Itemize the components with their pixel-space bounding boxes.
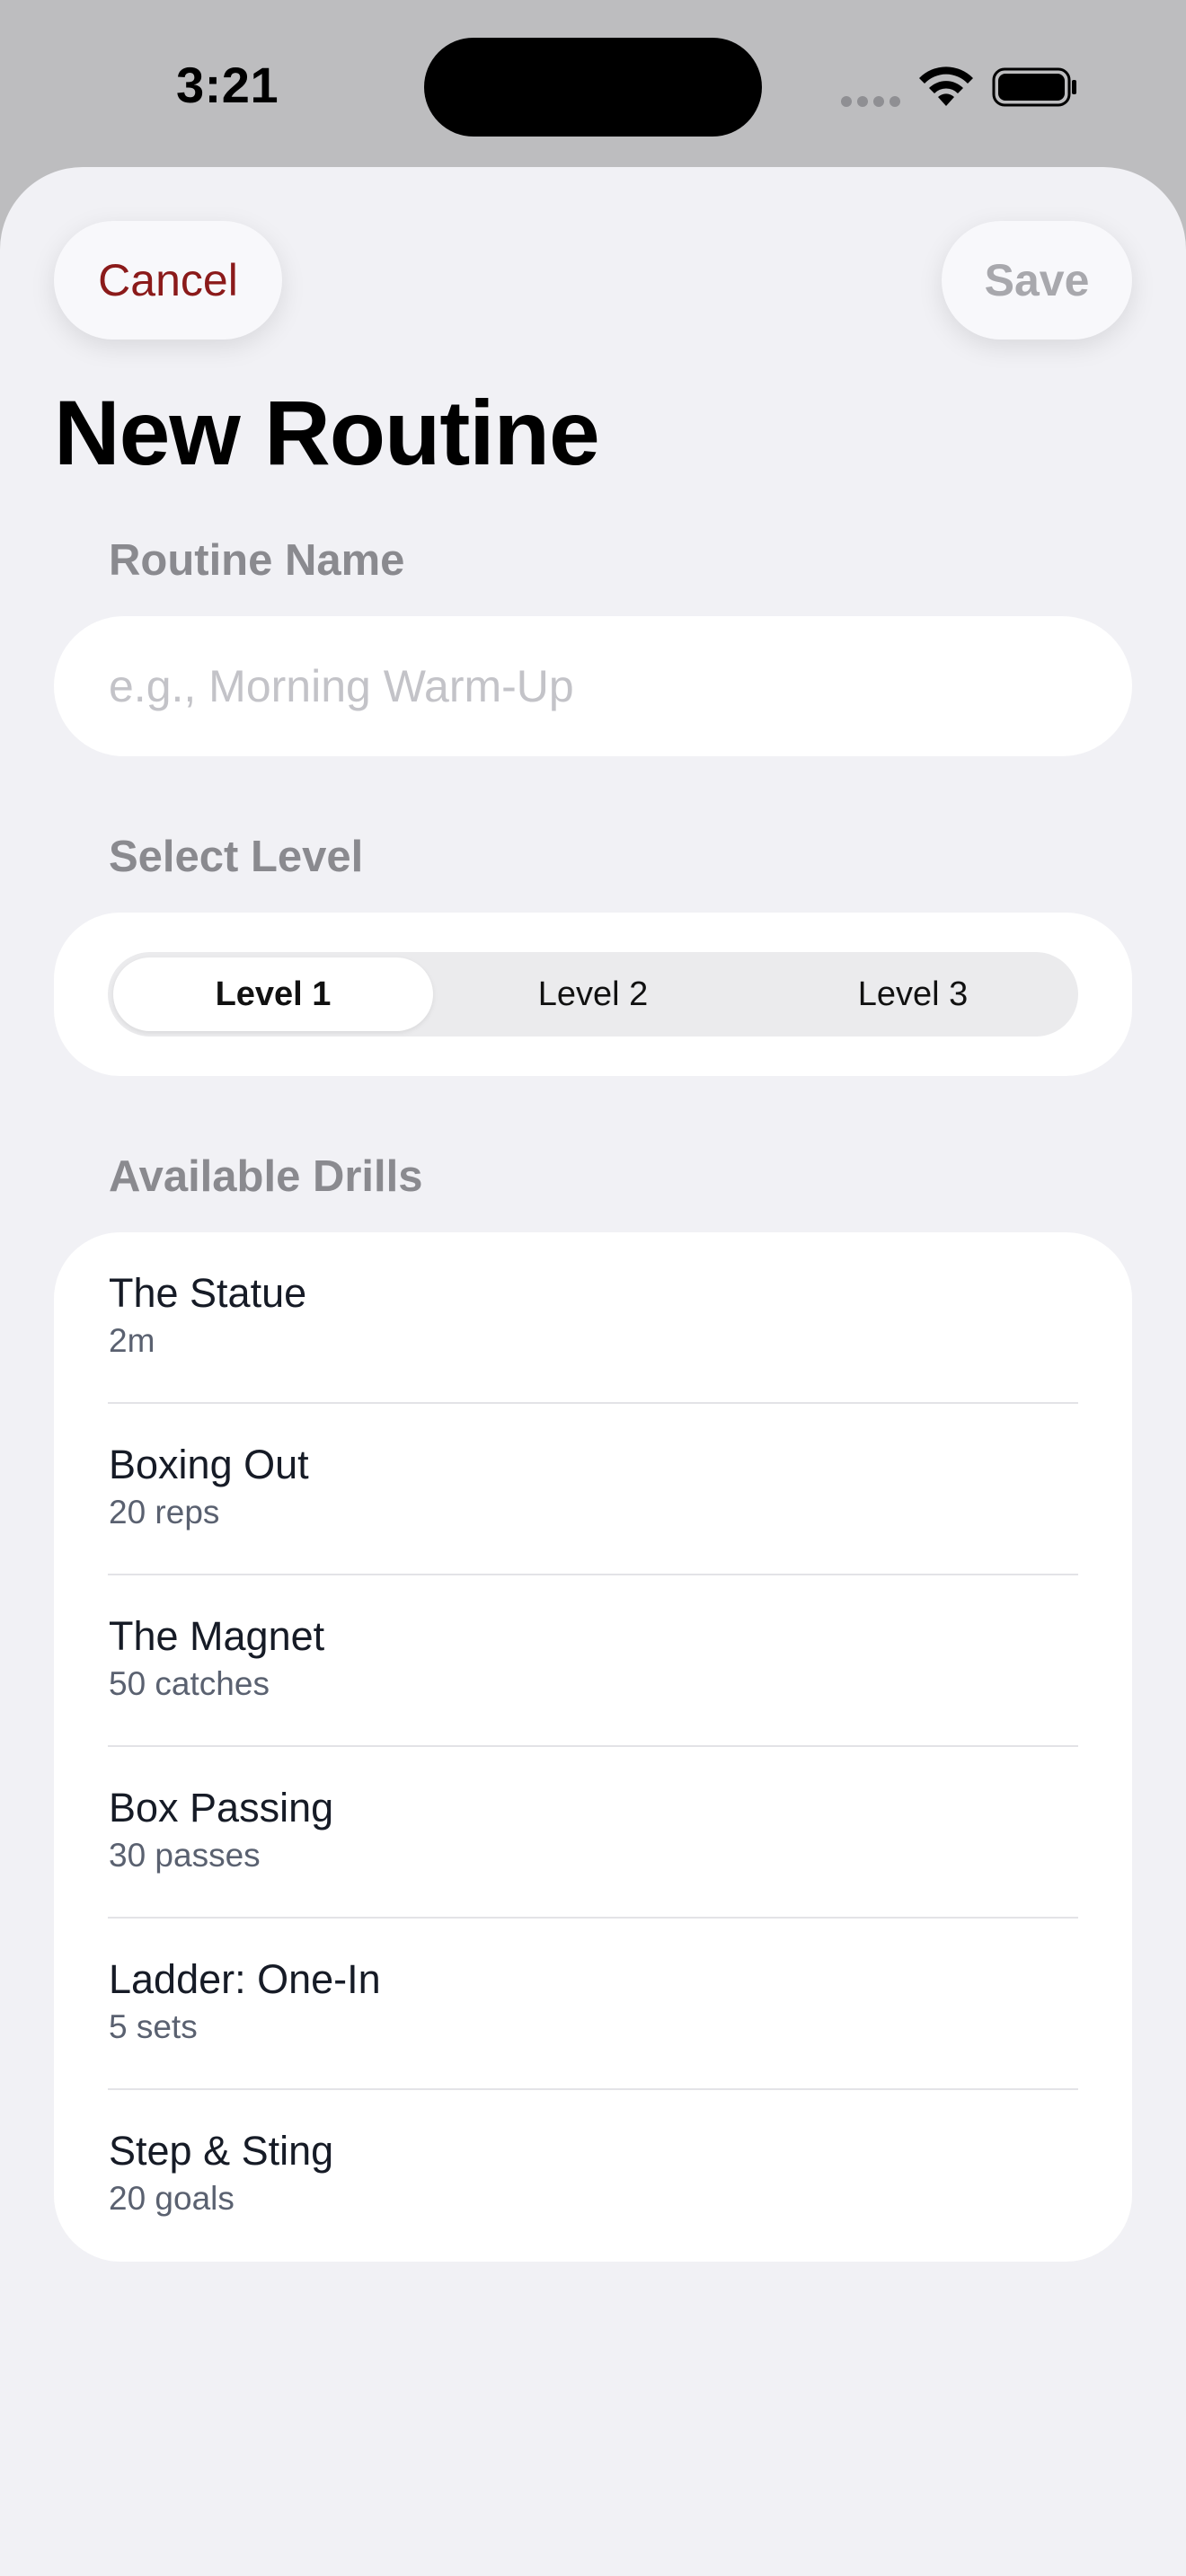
drill-row[interactable]: Box Passing 30 passes <box>54 1747 1132 1919</box>
select-level-label: Select Level <box>109 833 364 881</box>
routine-name-field[interactable] <box>54 616 1132 756</box>
drill-name: Boxing Out <box>109 1442 309 1487</box>
status-time: 3:21 <box>176 57 279 113</box>
dynamic-island <box>424 38 762 137</box>
cellular-signal-icon <box>841 95 906 111</box>
drill-row[interactable]: Boxing Out 20 reps <box>54 1404 1132 1575</box>
drill-meta: 20 reps <box>109 1494 220 1531</box>
save-button[interactable]: Save <box>942 221 1132 340</box>
routine-name-input[interactable] <box>109 660 1132 712</box>
available-drills-label: Available Drills <box>109 1152 423 1201</box>
wifi-icon <box>919 66 973 106</box>
segment-level-3[interactable]: Level 3 <box>753 957 1073 1031</box>
level-card: Level 1 Level 2 Level 3 <box>54 913 1132 1076</box>
drill-meta: 30 passes <box>109 1837 261 1874</box>
drill-row[interactable]: Ladder: One-In 5 sets <box>54 1919 1132 2090</box>
drill-meta: 50 catches <box>109 1665 270 1702</box>
page-title: New Routine <box>54 382 600 484</box>
status-bar: 3:21 <box>0 0 1186 167</box>
drill-meta: 5 sets <box>109 2008 198 2045</box>
segment-level-1[interactable]: Level 1 <box>113 957 433 1031</box>
routine-name-label: Routine Name <box>109 536 405 585</box>
drill-name: The Magnet <box>109 1613 325 1659</box>
drill-row[interactable]: The Statue 2m <box>54 1232 1132 1404</box>
drills-list: The Statue 2m Boxing Out 20 reps The Mag… <box>54 1232 1132 2262</box>
drill-name: Box Passing <box>109 1785 334 1831</box>
battery-icon <box>992 67 1076 107</box>
drill-meta: 2m <box>109 1322 155 1359</box>
segment-level-2[interactable]: Level 2 <box>433 957 753 1031</box>
drill-name: Ladder: One-In <box>109 1956 381 2002</box>
new-routine-sheet: Cancel Save New Routine Routine Name Sel… <box>0 167 1186 2576</box>
drill-meta: 20 goals <box>109 2180 235 2217</box>
drill-row[interactable]: Step & Sting 20 goals <box>54 2090 1132 2262</box>
drill-name: Step & Sting <box>109 2128 334 2174</box>
drill-row[interactable]: The Magnet 50 catches <box>54 1575 1132 1747</box>
drill-name: The Statue <box>109 1270 307 1316</box>
cancel-button[interactable]: Cancel <box>54 221 282 340</box>
level-segmented-control: Level 1 Level 2 Level 3 <box>108 952 1078 1037</box>
